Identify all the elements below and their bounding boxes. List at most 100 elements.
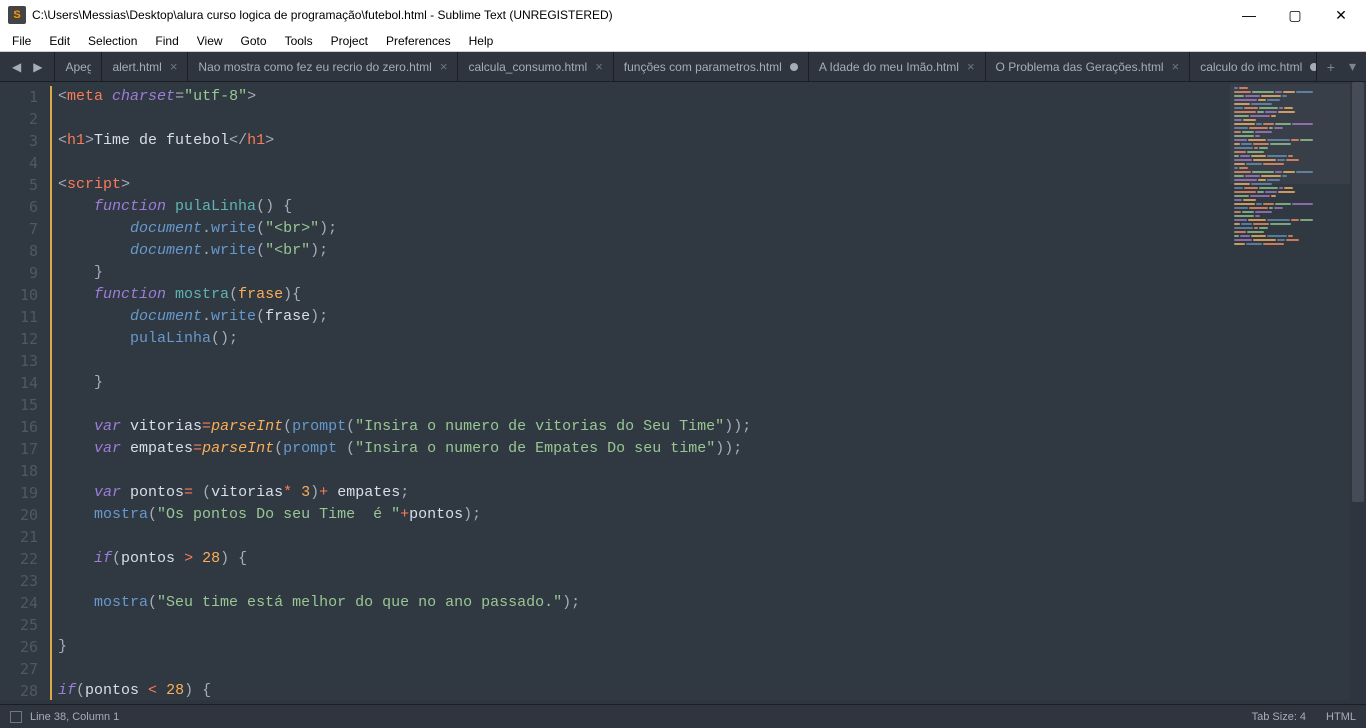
line-number: 23 — [4, 570, 38, 592]
code-line[interactable]: if(pontos > 28) { — [50, 548, 1230, 570]
minimize-button[interactable]: — — [1226, 0, 1272, 30]
tab-close-icon[interactable]: × — [170, 60, 178, 73]
maximize-button[interactable]: ▢ — [1272, 0, 1318, 30]
code-line[interactable] — [50, 152, 1230, 174]
file-tab[interactable]: A Idade do meu Imão.html× — [809, 52, 986, 81]
code-line[interactable] — [50, 394, 1230, 416]
menu-preferences[interactable]: Preferences — [378, 32, 459, 50]
code-line[interactable]: document.write("<br"); — [50, 240, 1230, 262]
file-tab[interactable]: Apeg — [55, 52, 102, 81]
menu-find[interactable]: Find — [147, 32, 186, 50]
line-number: 15 — [4, 394, 38, 416]
menu-selection[interactable]: Selection — [80, 32, 145, 50]
nav-forward-icon[interactable]: ▶ — [29, 56, 46, 78]
line-number: 6 — [4, 196, 38, 218]
menu-help[interactable]: Help — [461, 32, 502, 50]
line-number: 4 — [4, 152, 38, 174]
line-number: 24 — [4, 592, 38, 614]
file-tab[interactable]: alert.html × — [102, 52, 188, 81]
code-line[interactable]: document.write(frase); — [50, 306, 1230, 328]
tab-label: funções com parametros.html — [624, 60, 782, 74]
tab-label: O Problema das Gerações.html — [996, 60, 1164, 74]
code-line[interactable]: } — [50, 636, 1230, 658]
menu-edit[interactable]: Edit — [41, 32, 78, 50]
file-tab[interactable]: calculo do imc.html — [1190, 52, 1316, 81]
line-number: 8 — [4, 240, 38, 262]
menu-goto[interactable]: Goto — [233, 32, 275, 50]
code-line[interactable]: var vitorias=parseInt(prompt("Insira o n… — [50, 416, 1230, 438]
file-tab[interactable]: funções com parametros.html — [614, 52, 809, 81]
tab-close-icon[interactable]: × — [595, 60, 603, 73]
code-line[interactable]: } — [50, 372, 1230, 394]
panel-switcher-icon[interactable] — [10, 711, 22, 723]
line-number: 21 — [4, 526, 38, 548]
new-tab-button[interactable]: + — [1323, 59, 1339, 75]
file-tab[interactable]: O Problema das Gerações.html × — [986, 52, 1191, 81]
code-editor[interactable]: <meta charset="utf-8"> <h1>Time de futeb… — [48, 82, 1230, 700]
menu-file[interactable]: File — [4, 32, 39, 50]
vertical-scrollbar[interactable] — [1350, 82, 1366, 700]
sublime-app-icon: S — [8, 6, 26, 24]
statusbar-left: Line 38, Column 1 — [10, 711, 1252, 723]
line-number: 19 — [4, 482, 38, 504]
editor-area: 1234567891011121314151617181920212223242… — [0, 82, 1366, 700]
line-number-gutter: 1234567891011121314151617181920212223242… — [0, 82, 48, 700]
window-controls: — ▢ ✕ — [1226, 0, 1364, 30]
code-line[interactable] — [50, 350, 1230, 372]
code-line[interactable]: } — [50, 262, 1230, 284]
code-line[interactable] — [50, 614, 1230, 636]
code-line[interactable] — [50, 658, 1230, 680]
code-line[interactable]: <h1>Time de futebol</h1> — [50, 130, 1230, 152]
tab-bar: ◀ ▶ Apegalert.html×Nao mostra como fez e… — [0, 52, 1366, 82]
code-line[interactable] — [50, 460, 1230, 482]
line-number: 27 — [4, 658, 38, 680]
code-line[interactable]: var empates=parseInt(prompt ("Insira o n… — [50, 438, 1230, 460]
file-tab[interactable]: calcula_consumo.html× — [458, 52, 613, 81]
code-line[interactable]: mostra("Seu time está melhor do que no a… — [50, 592, 1230, 614]
cursor-position[interactable]: Line 38, Column 1 — [30, 711, 119, 723]
nav-back-icon[interactable]: ◀ — [8, 56, 25, 78]
syntax-indicator[interactable]: HTML — [1326, 711, 1356, 723]
line-number: 10 — [4, 284, 38, 306]
line-number: 9 — [4, 262, 38, 284]
tab-close-icon[interactable]: × — [1172, 60, 1180, 73]
line-number: 28 — [4, 680, 38, 700]
code-line[interactable]: <meta charset="utf-8"> — [50, 86, 1230, 108]
code-line[interactable]: function pulaLinha() { — [50, 196, 1230, 218]
code-line[interactable]: mostra("Os pontos Do seu Time é "+pontos… — [50, 504, 1230, 526]
scrollbar-thumb[interactable] — [1352, 82, 1364, 502]
code-line[interactable]: pulaLinha(); — [50, 328, 1230, 350]
dirty-indicator-icon — [1310, 63, 1316, 71]
menu-bar: FileEditSelectionFindViewGotoToolsProjec… — [0, 30, 1366, 52]
code-line[interactable]: if(pontos < 28) { — [50, 680, 1230, 700]
close-button[interactable]: ✕ — [1318, 0, 1364, 30]
tab-label: Apeg — [65, 60, 91, 74]
code-line[interactable] — [50, 570, 1230, 592]
code-line[interactable] — [50, 526, 1230, 548]
minimap[interactable] — [1230, 82, 1350, 700]
tab-extras: + ▾ — [1316, 52, 1366, 81]
code-line[interactable]: var pontos= (vitorias* 3)+ empates; — [50, 482, 1230, 504]
window-title: C:\Users\Messias\Desktop\alura curso log… — [32, 8, 1226, 22]
tab-menu-button[interactable]: ▾ — [1345, 58, 1360, 75]
tab-close-icon[interactable]: × — [967, 60, 975, 73]
status-bar: Line 38, Column 1 Tab Size: 4 HTML — [0, 704, 1366, 728]
code-line[interactable] — [50, 108, 1230, 130]
line-number: 2 — [4, 108, 38, 130]
tab-close-icon[interactable]: × — [440, 60, 448, 73]
tab-size-indicator[interactable]: Tab Size: 4 — [1252, 711, 1306, 723]
statusbar-right: Tab Size: 4 HTML — [1252, 711, 1356, 723]
code-line[interactable]: <script> — [50, 174, 1230, 196]
menu-view[interactable]: View — [189, 32, 231, 50]
minimap-viewport[interactable] — [1230, 84, 1350, 184]
line-number: 7 — [4, 218, 38, 240]
window-titlebar: S C:\Users\Messias\Desktop\alura curso l… — [0, 0, 1366, 30]
menu-project[interactable]: Project — [323, 32, 376, 50]
tab-label: alert.html — [112, 60, 161, 74]
code-line[interactable]: document.write("<br>"); — [50, 218, 1230, 240]
line-number: 17 — [4, 438, 38, 460]
code-line[interactable]: function mostra(frase){ — [50, 284, 1230, 306]
menu-tools[interactable]: Tools — [277, 32, 321, 50]
file-tab[interactable]: Nao mostra como fez eu recrio do zero.ht… — [188, 52, 458, 81]
line-number: 25 — [4, 614, 38, 636]
